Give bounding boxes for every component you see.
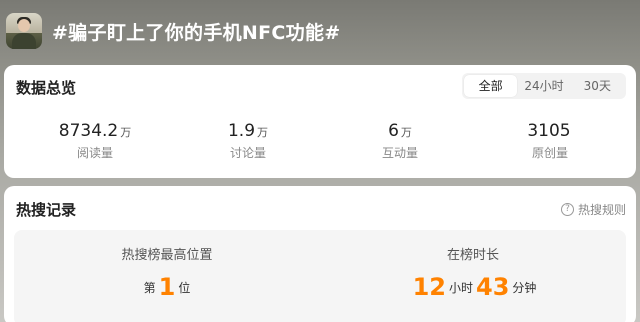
highest-position-suffix: 位	[178, 281, 191, 295]
stat-reads-label: 阅读量	[76, 146, 113, 160]
data-overview-card: 数据总览 全部 24小时 30天 8734.2 万 阅读量 1.9 万 讨论量 6万…	[4, 65, 636, 178]
duration-minutes-value: 43	[476, 273, 510, 301]
highest-position-value: 1	[158, 273, 176, 301]
topic-header: #骗子盯上了你的手机NFC功能#	[0, 0, 640, 62]
hot-search-panel: 热搜榜最高位置 第1位 在榜时长 12 小时 43 分钟	[14, 230, 626, 322]
question-circle-icon: ?	[560, 203, 574, 216]
topic-avatar[interactable]	[6, 13, 42, 49]
avatar-body	[12, 33, 36, 49]
stat-reads-value: 8734.2	[58, 121, 119, 141]
stat-interactions-label: 互动量	[381, 146, 418, 160]
stat-originals: 3105 原创量	[480, 121, 620, 161]
stat-interactions: 6万 互动量	[330, 121, 470, 161]
tab-24h[interactable]: 24小时	[517, 75, 570, 97]
tab-all[interactable]: 全部	[464, 75, 518, 97]
stat-reads-unit: 万	[120, 126, 132, 139]
stat-interactions-value: 6	[388, 121, 399, 141]
duration-minutes-unit: 分钟	[512, 281, 537, 295]
hot-search-card: 热搜记录 ? 热搜规则 热搜榜最高位置 第1位 在榜时长 12 小时 43 分钟	[4, 186, 636, 322]
topic-title: #骗子盯上了你的手机NFC功能#	[52, 22, 341, 44]
stat-reads: 8734.2 万 阅读量	[25, 121, 165, 161]
overview-stats: 8734.2 万 阅读量 1.9 万 讨论量 6万 互动量 3105 原创量	[4, 121, 636, 171]
stat-interactions-unit: 万	[400, 126, 412, 139]
time-range-tabs: 全部 24小时 30天	[462, 73, 626, 99]
tab-30d[interactable]: 30天	[571, 75, 624, 97]
highest-position: 热搜榜最高位置 第1位	[14, 244, 320, 301]
duration-hours-unit: 小时	[448, 281, 473, 295]
hot-search-rules-label: 热搜规则	[577, 203, 626, 217]
hot-search-rules-link[interactable]: ? 热搜规则	[560, 201, 626, 218]
stat-discussions-unit: 万	[257, 126, 269, 139]
stat-discussions-label: 讨论量	[229, 146, 266, 160]
duration-hours-value: 12	[412, 273, 446, 301]
stat-originals-value: 3105	[527, 121, 571, 141]
time-on-list-label: 在榜时长	[446, 248, 499, 263]
stat-discussions-value: 1.9	[227, 121, 256, 141]
stat-originals-label: 原创量	[531, 146, 568, 160]
highest-position-prefix: 第	[143, 281, 156, 295]
overview-title: 数据总览	[16, 79, 77, 97]
avatar-face	[18, 19, 30, 32]
hot-search-title: 热搜记录	[16, 201, 77, 219]
time-on-list: 在榜时长 12 小时 43 分钟	[320, 244, 626, 301]
stat-discussions: 1.9 万 讨论量	[178, 121, 318, 161]
highest-position-label: 热搜榜最高位置	[121, 248, 213, 263]
